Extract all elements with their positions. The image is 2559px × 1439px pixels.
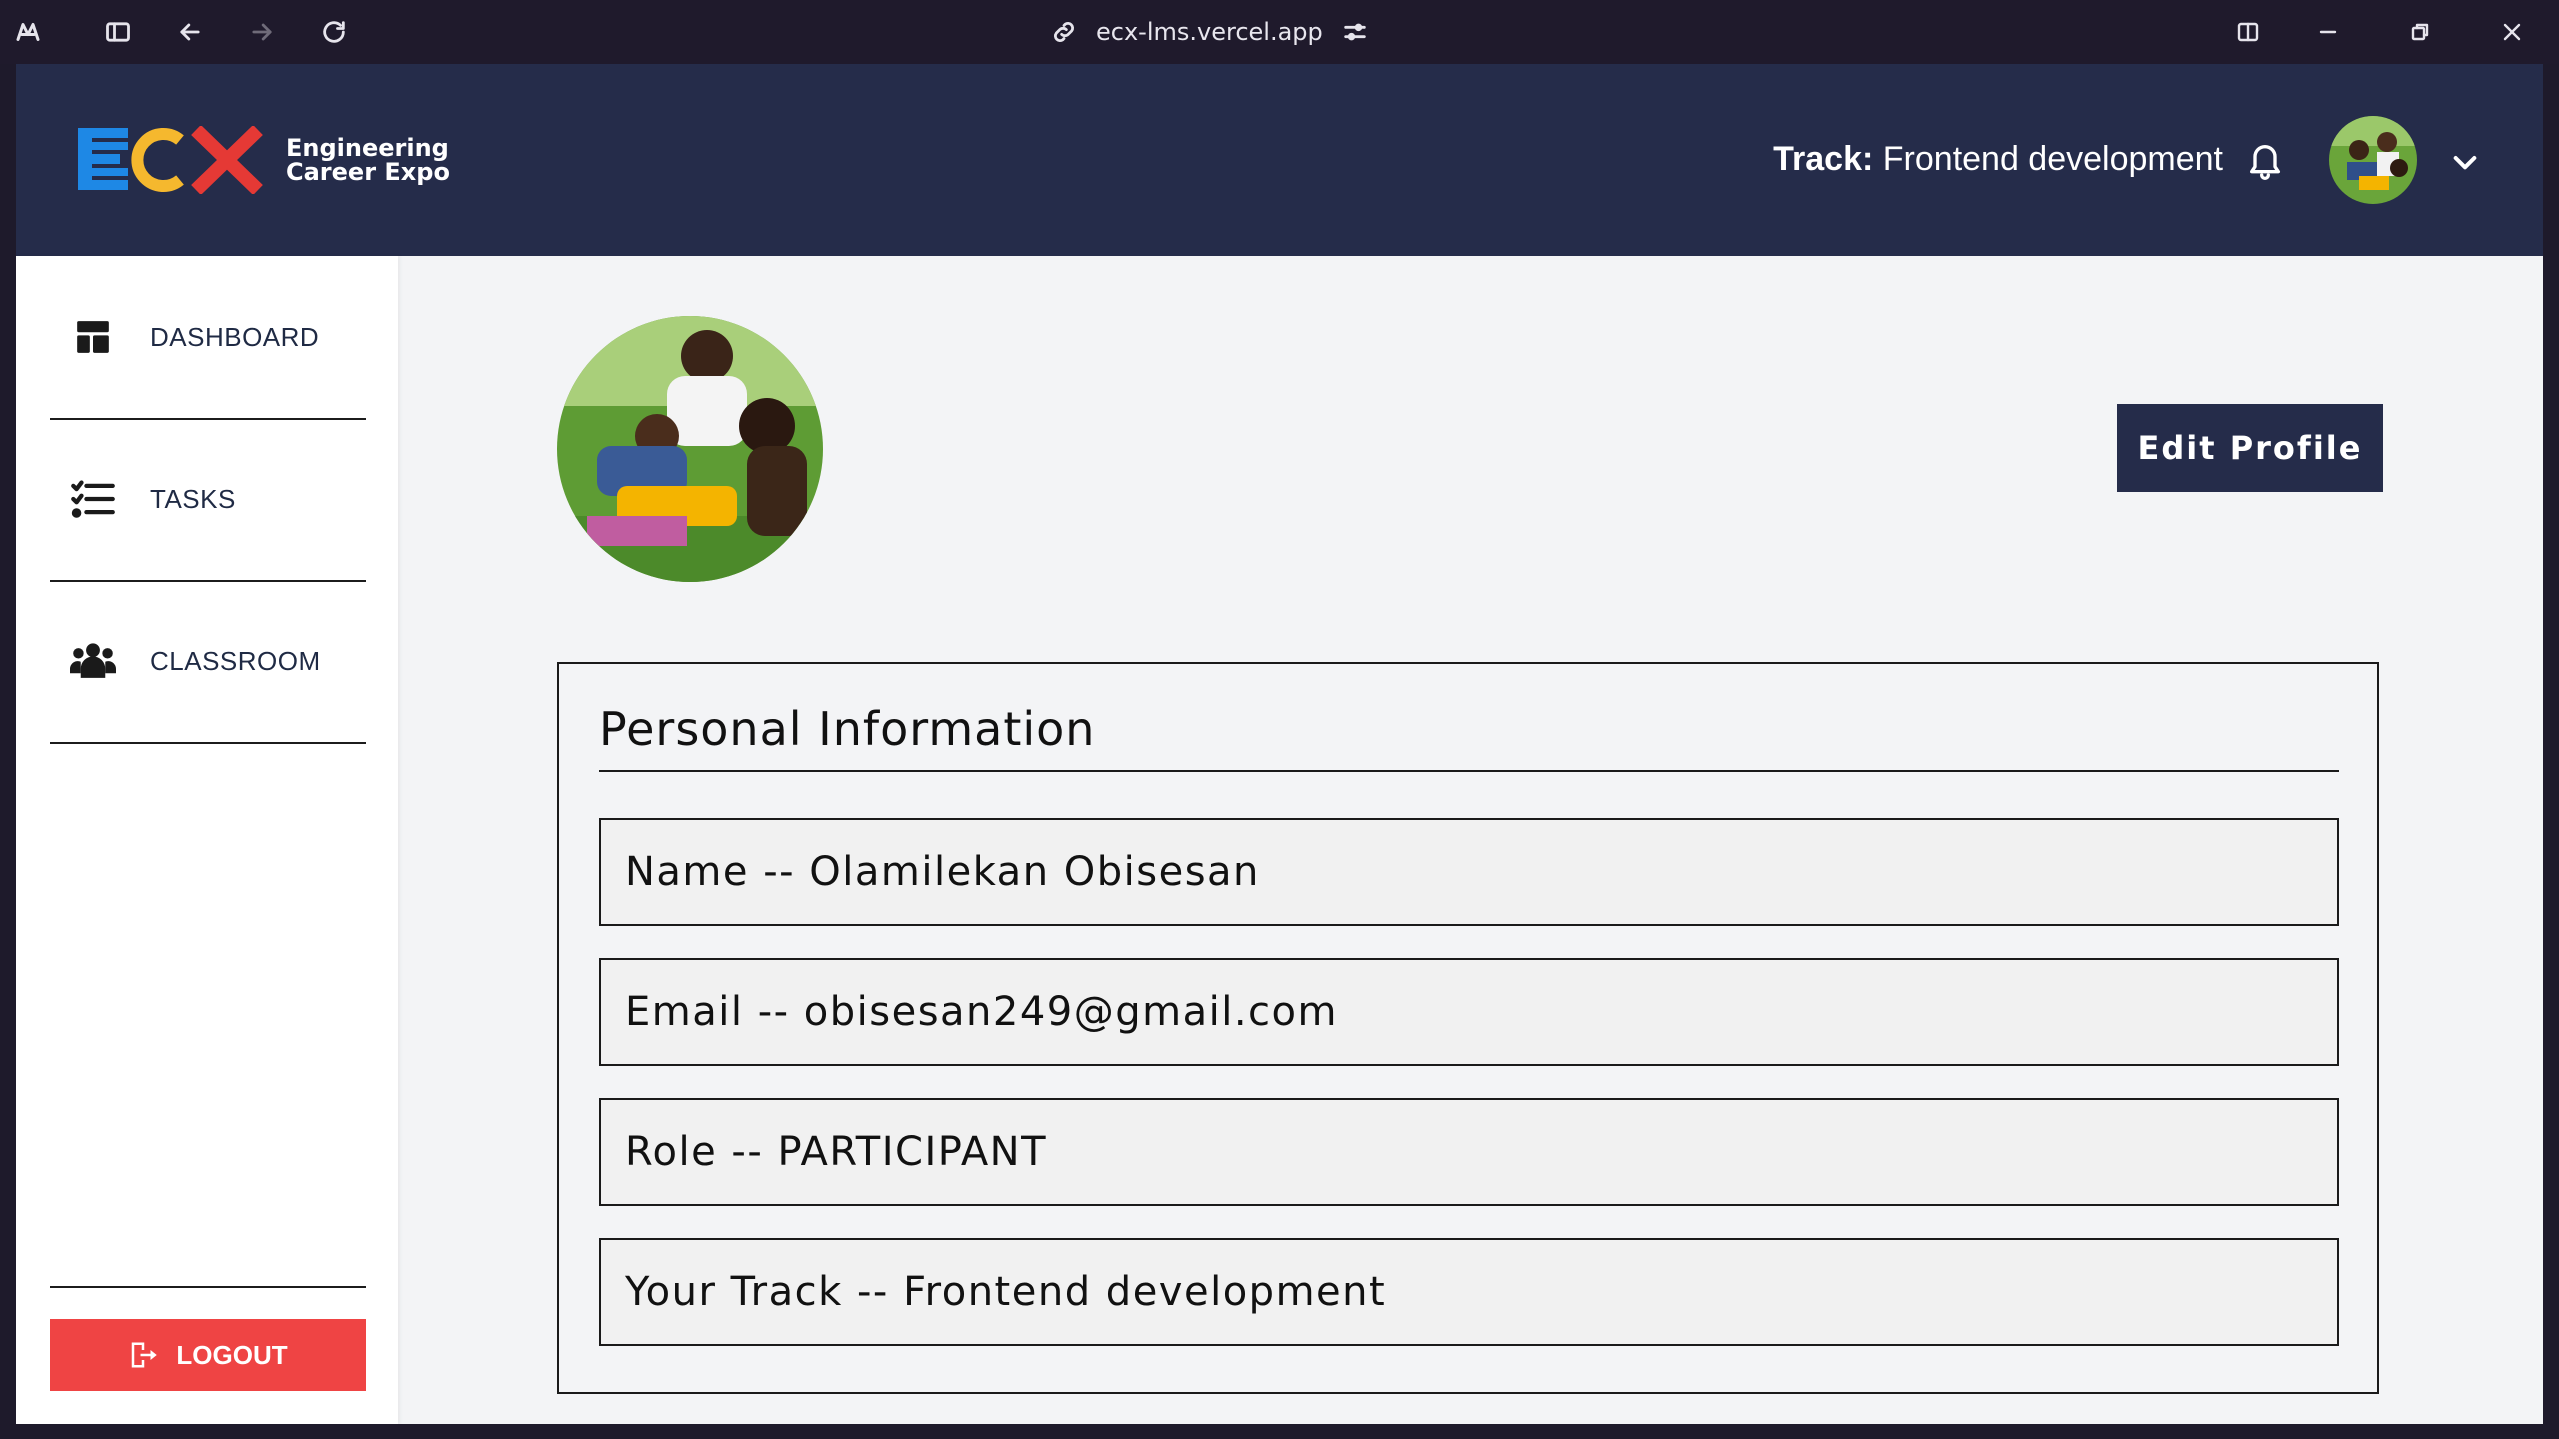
classroom-icon (70, 638, 116, 684)
address-bar[interactable]: ecx-lms.vercel.app (1050, 14, 1369, 50)
close-icon[interactable] (2496, 16, 2528, 48)
logout-icon (132, 1342, 158, 1368)
link-icon (1053, 21, 1075, 43)
personal-information-card: Personal Information Name -- Olamilekan … (557, 662, 2379, 1394)
back-icon[interactable] (174, 16, 206, 48)
track-field: Your Track -- Frontend development (599, 1238, 2339, 1346)
role-field: Role -- PARTICIPANT (599, 1098, 2339, 1206)
site-settings-icon[interactable] (1341, 18, 1369, 46)
email-field: Email -- obisesan249@gmail.com (599, 958, 2339, 1066)
restore-icon[interactable] (2404, 16, 2436, 48)
card-title: Personal Information (599, 702, 2339, 772)
chevron-down-icon[interactable] (2449, 146, 2481, 178)
sidebar: DASHBOARD TASKS CLASSROOM LOGOUT (16, 256, 398, 1424)
ecx-logo-mark (78, 126, 263, 194)
sidebar-item-dashboard[interactable]: DASHBOARD (50, 256, 366, 420)
ecx-logo[interactable]: Engineering Career Expo (78, 124, 450, 196)
app-window: Engineering Career Expo Track: Frontend … (16, 64, 2543, 1424)
profile-picture (557, 316, 823, 582)
browser-menu-icon[interactable] (12, 16, 44, 48)
track-label: Track: (1773, 140, 1874, 178)
name-field: Name -- Olamilekan Obisesan (599, 818, 2339, 926)
logo-subtitle-line1: Engineering (286, 134, 449, 162)
logo-subtitle: Engineering Career Expo (286, 136, 450, 184)
reload-icon[interactable] (318, 16, 350, 48)
tasks-icon (70, 476, 116, 522)
sidebar-item-label: TASKS (150, 483, 236, 514)
main-content: Edit Profile Personal Information Name -… (398, 256, 2543, 1424)
minimize-icon[interactable] (2312, 16, 2344, 48)
dashboard-icon (70, 314, 116, 360)
track-value: Frontend development (1882, 140, 2223, 178)
app-header: Engineering Career Expo Track: Frontend … (16, 64, 2543, 256)
logo-subtitle-line2: Career Expo (286, 158, 450, 186)
browser-toolbar: ecx-lms.vercel.app (0, 0, 2559, 64)
sidebar-item-label: DASHBOARD (150, 321, 320, 352)
logout-button[interactable]: LOGOUT (50, 1319, 366, 1391)
sidebar-toggle-icon[interactable] (102, 16, 134, 48)
split-view-icon[interactable] (2232, 16, 2264, 48)
edit-profile-button[interactable]: Edit Profile (2117, 404, 2383, 492)
url-text: ecx-lms.vercel.app (1096, 18, 1323, 46)
user-avatar[interactable] (2329, 116, 2417, 204)
notification-bell-icon[interactable] (2245, 138, 2285, 182)
sidebar-item-tasks[interactable]: TASKS (50, 418, 366, 582)
forward-icon[interactable] (246, 16, 278, 48)
logout-label: LOGOUT (176, 1339, 288, 1370)
track-indicator: Track: Frontend development (1773, 140, 2223, 179)
sidebar-item-label: CLASSROOM (150, 645, 321, 676)
sidebar-divider (50, 1286, 366, 1288)
sidebar-item-classroom[interactable]: CLASSROOM (50, 580, 366, 744)
